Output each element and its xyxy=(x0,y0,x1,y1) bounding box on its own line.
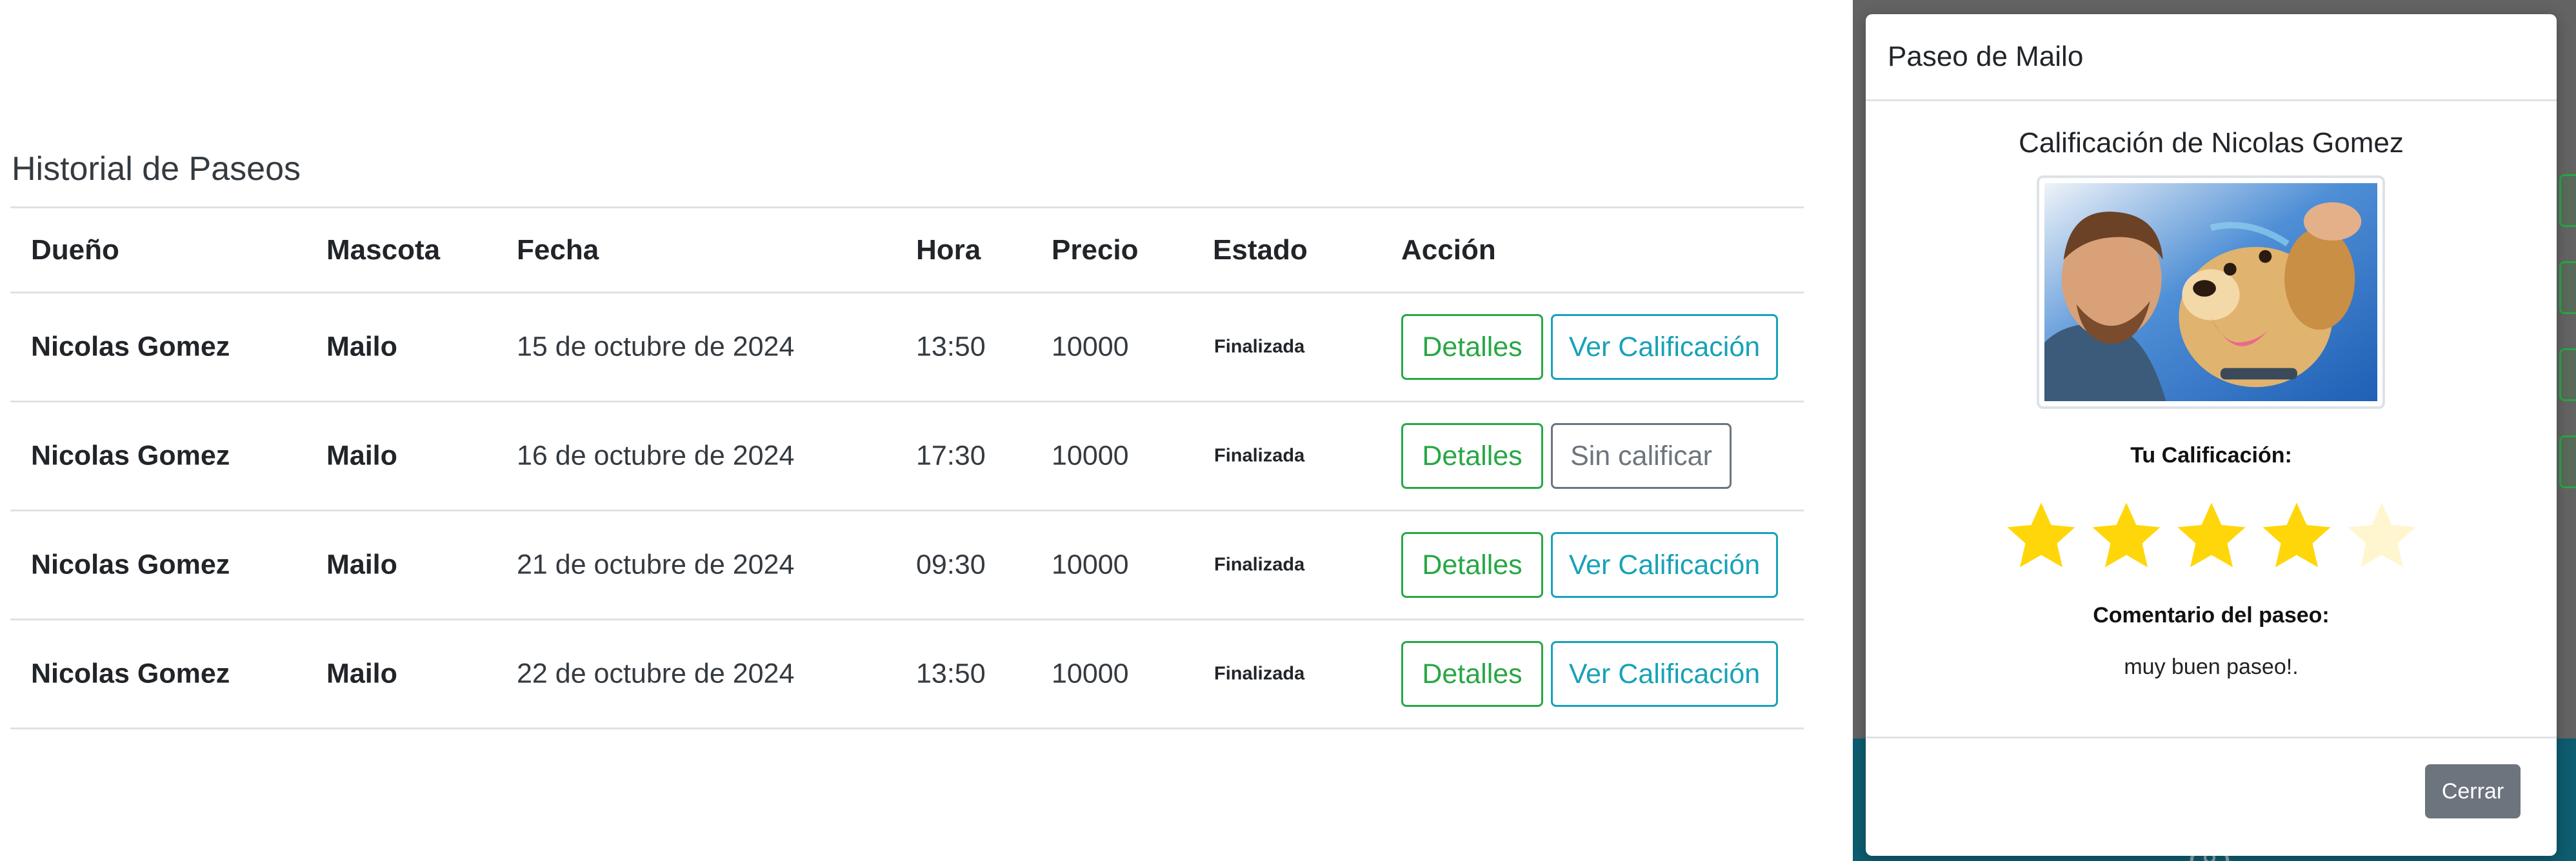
star-filled-icon[interactable] xyxy=(2258,498,2335,575)
price-cell: 10000 xyxy=(1052,440,1129,471)
background-button-edge xyxy=(2559,348,2576,401)
star-filled-icon[interactable] xyxy=(2173,498,2250,575)
price-cell: 10000 xyxy=(1052,331,1129,362)
status-badge: Finalizada xyxy=(1214,445,1305,466)
owner-cell: Nicolas Gomez xyxy=(31,549,230,580)
pet-cell: Mailo xyxy=(326,549,397,580)
background-button-edge xyxy=(2559,261,2576,314)
history-table: Dueño Mascota Fecha Hora Precio Estado A… xyxy=(10,206,1804,729)
view-rating-button[interactable]: Ver Calificación xyxy=(1551,314,1778,380)
details-button[interactable]: Detalles xyxy=(1401,532,1543,598)
background-button-edge xyxy=(2559,174,2576,227)
price-cell: 10000 xyxy=(1052,658,1129,689)
modal-footer: Cerrar xyxy=(1866,737,2557,856)
col-price: Precio xyxy=(1052,233,1139,266)
table-row: Nicolas Gomez Mailo 16 de octubre de 202… xyxy=(10,402,1804,511)
table-header: Dueño Mascota Fecha Hora Precio Estado A… xyxy=(10,208,1804,293)
view-rating-button[interactable]: Ver Calificación xyxy=(1551,532,1778,598)
pet-cell: Mailo xyxy=(326,658,397,689)
col-state: Estado xyxy=(1213,233,1308,266)
table-row: Nicolas Gomez Mailo 21 de octubre de 202… xyxy=(10,511,1804,620)
col-date: Fecha xyxy=(517,233,599,266)
pet-cell: Mailo xyxy=(326,440,397,471)
col-hour: Hora xyxy=(916,233,981,266)
price-cell: 10000 xyxy=(1052,549,1129,580)
col-owner: Dueño xyxy=(31,233,119,266)
not-rated-button[interactable]: Sin calificar xyxy=(1551,423,1732,489)
hour-cell: 13:50 xyxy=(916,331,986,362)
status-badge: Finalizada xyxy=(1214,336,1305,357)
hour-cell: 17:30 xyxy=(916,440,986,471)
status-badge: Finalizada xyxy=(1214,554,1305,575)
walker-photo xyxy=(2037,175,2385,409)
star-empty-icon[interactable] xyxy=(2343,498,2421,575)
col-action: Acción xyxy=(1401,233,1496,266)
modal-body: Calificación de Nicolas Gomez Tu Calific… xyxy=(1866,101,2557,746)
rating-heading: Calificación de Nicolas Gomez xyxy=(2019,127,2404,159)
owner-cell: Nicolas Gomez xyxy=(31,658,230,689)
col-pet: Mascota xyxy=(326,233,441,266)
details-button[interactable]: Detalles xyxy=(1401,641,1543,707)
comment-label: Comentario del paseo: xyxy=(2093,603,2330,628)
close-button[interactable]: Cerrar xyxy=(2425,764,2521,818)
details-button[interactable]: Detalles xyxy=(1401,314,1543,380)
rating-modal: Paseo de Mailo Calificación de Nicolas G… xyxy=(1866,14,2557,856)
star-filled-icon[interactable] xyxy=(2088,498,2165,575)
table-row: Nicolas Gomez Mailo 15 de octubre de 202… xyxy=(10,293,1804,402)
star-filled-icon[interactable] xyxy=(2002,498,2080,575)
view-rating-button[interactable]: Ver Calificación xyxy=(1551,641,1778,707)
owner-cell: Nicolas Gomez xyxy=(31,331,230,362)
row-actions: Detalles Ver Calificación xyxy=(1401,641,1778,707)
page-title: Historial de Paseos xyxy=(12,150,301,188)
table-row: Nicolas Gomez Mailo 22 de octubre de 202… xyxy=(10,620,1804,729)
date-cell: 15 de octubre de 2024 xyxy=(517,331,795,362)
row-actions: Detalles Sin calificar xyxy=(1401,423,1732,489)
star-rating xyxy=(1866,498,2557,575)
walk-comment: muy buen paseo!. xyxy=(2124,655,2299,679)
hour-cell: 13:50 xyxy=(916,658,986,689)
walk-history-section: Historial de Paseos Dueño Mascota Fecha … xyxy=(0,0,1845,861)
date-cell: 22 de octubre de 2024 xyxy=(517,658,795,689)
details-button[interactable]: Detalles xyxy=(1401,423,1543,489)
row-actions: Detalles Ver Calificación xyxy=(1401,314,1778,380)
hour-cell: 09:30 xyxy=(916,549,986,580)
man-with-dog-photo-icon xyxy=(2044,183,2377,401)
row-actions: Detalles Ver Calificación xyxy=(1401,532,1778,598)
date-cell: 16 de octubre de 2024 xyxy=(517,440,795,471)
modal-header: Paseo de Mailo xyxy=(1866,14,2557,101)
background-button-edge xyxy=(2559,435,2576,488)
modal-title: Paseo de Mailo xyxy=(1888,41,2084,72)
owner-cell: Nicolas Gomez xyxy=(31,440,230,471)
your-rating-label: Tu Calificación: xyxy=(2130,443,2292,468)
date-cell: 21 de octubre de 2024 xyxy=(517,549,795,580)
pet-cell: Mailo xyxy=(326,331,397,362)
status-badge: Finalizada xyxy=(1214,663,1305,684)
